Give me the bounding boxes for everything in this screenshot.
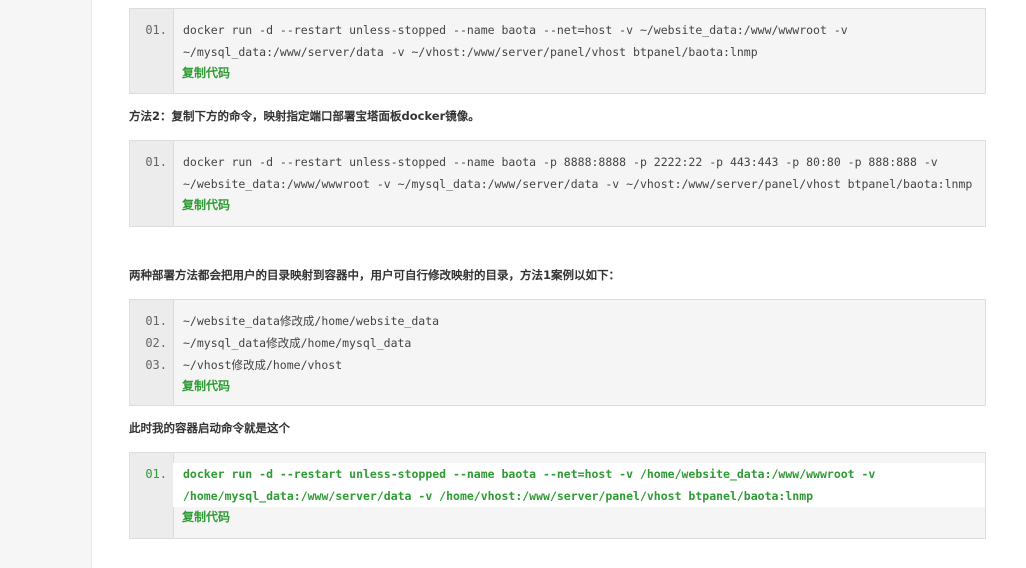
line-number: 01.	[145, 467, 167, 481]
paragraph-now-command: 此时我的容器启动命令就是这个	[129, 421, 290, 435]
article-content: 01. docker run -d --restart unless-stopp…	[91, 0, 1026, 568]
code-text: docker run -d --restart unless-stopped -…	[183, 155, 938, 169]
code-line: 02. ~/mysql_data修改成/home/mysql_data	[130, 332, 985, 354]
code-text: ~/vhost修改成/home/vhost	[183, 358, 343, 372]
copy-code-link[interactable]: 复制代码	[182, 508, 230, 526]
line-number: 03.	[145, 358, 167, 372]
code-text: ~/website_data修改成/home/website_data	[183, 314, 440, 328]
code-block-path-mapping: 01. ~/website_data修改成/home/website_data …	[129, 299, 986, 406]
code-text: docker run -d --restart unless-stopped -…	[183, 23, 848, 37]
code-line: 01. docker run -d --restart unless-stopp…	[130, 463, 985, 485]
code-line: ~/mysql_data:/www/server/data -v ~/vhost…	[130, 41, 985, 63]
code-line: 01. docker run -d --restart unless-stopp…	[130, 19, 985, 41]
code-block-method1: 01. docker run -d --restart unless-stopp…	[129, 8, 986, 94]
code-block-final-command: 01. docker run -d --restart unless-stopp…	[129, 452, 986, 539]
code-text: ~/mysql_data:/www/server/data -v ~/vhost…	[183, 45, 758, 59]
code-line: 01. docker run -d --restart unless-stopp…	[130, 151, 985, 173]
code-line: /home/mysql_data:/www/server/data -v /ho…	[130, 485, 985, 507]
code-text: ~/website_data:/www/wwwroot -v ~/mysql_d…	[183, 177, 973, 191]
code-text: ~/mysql_data修改成/home/mysql_data	[183, 336, 412, 350]
paragraph-both-methods: 两种部署方法都会把用户的目录映射到容器中，用户可自行修改映射的目录，方法1案例以…	[129, 268, 620, 282]
line-number: 01.	[145, 314, 167, 328]
line-number: 02.	[145, 336, 167, 350]
line-number: 01.	[145, 155, 167, 169]
code-line: 01. ~/website_data修改成/home/website_data	[130, 310, 985, 332]
paragraph-method2: 方法2：复制下方的命令，映射指定端口部署宝塔面板docker镜像。	[129, 109, 480, 123]
code-line: 03. ~/vhost修改成/home/vhost	[130, 354, 985, 376]
copy-code-link[interactable]: 复制代码	[182, 64, 230, 82]
code-block-method2: 01. docker run -d --restart unless-stopp…	[129, 140, 986, 227]
code-line: ~/website_data:/www/wwwroot -v ~/mysql_d…	[130, 173, 985, 195]
line-number: 01.	[145, 23, 167, 37]
copy-code-link[interactable]: 复制代码	[182, 196, 230, 214]
copy-code-link[interactable]: 复制代码	[182, 377, 230, 395]
code-text: docker run -d --restart unless-stopped -…	[183, 467, 876, 481]
code-text: /home/mysql_data:/www/server/data -v /ho…	[183, 489, 814, 503]
